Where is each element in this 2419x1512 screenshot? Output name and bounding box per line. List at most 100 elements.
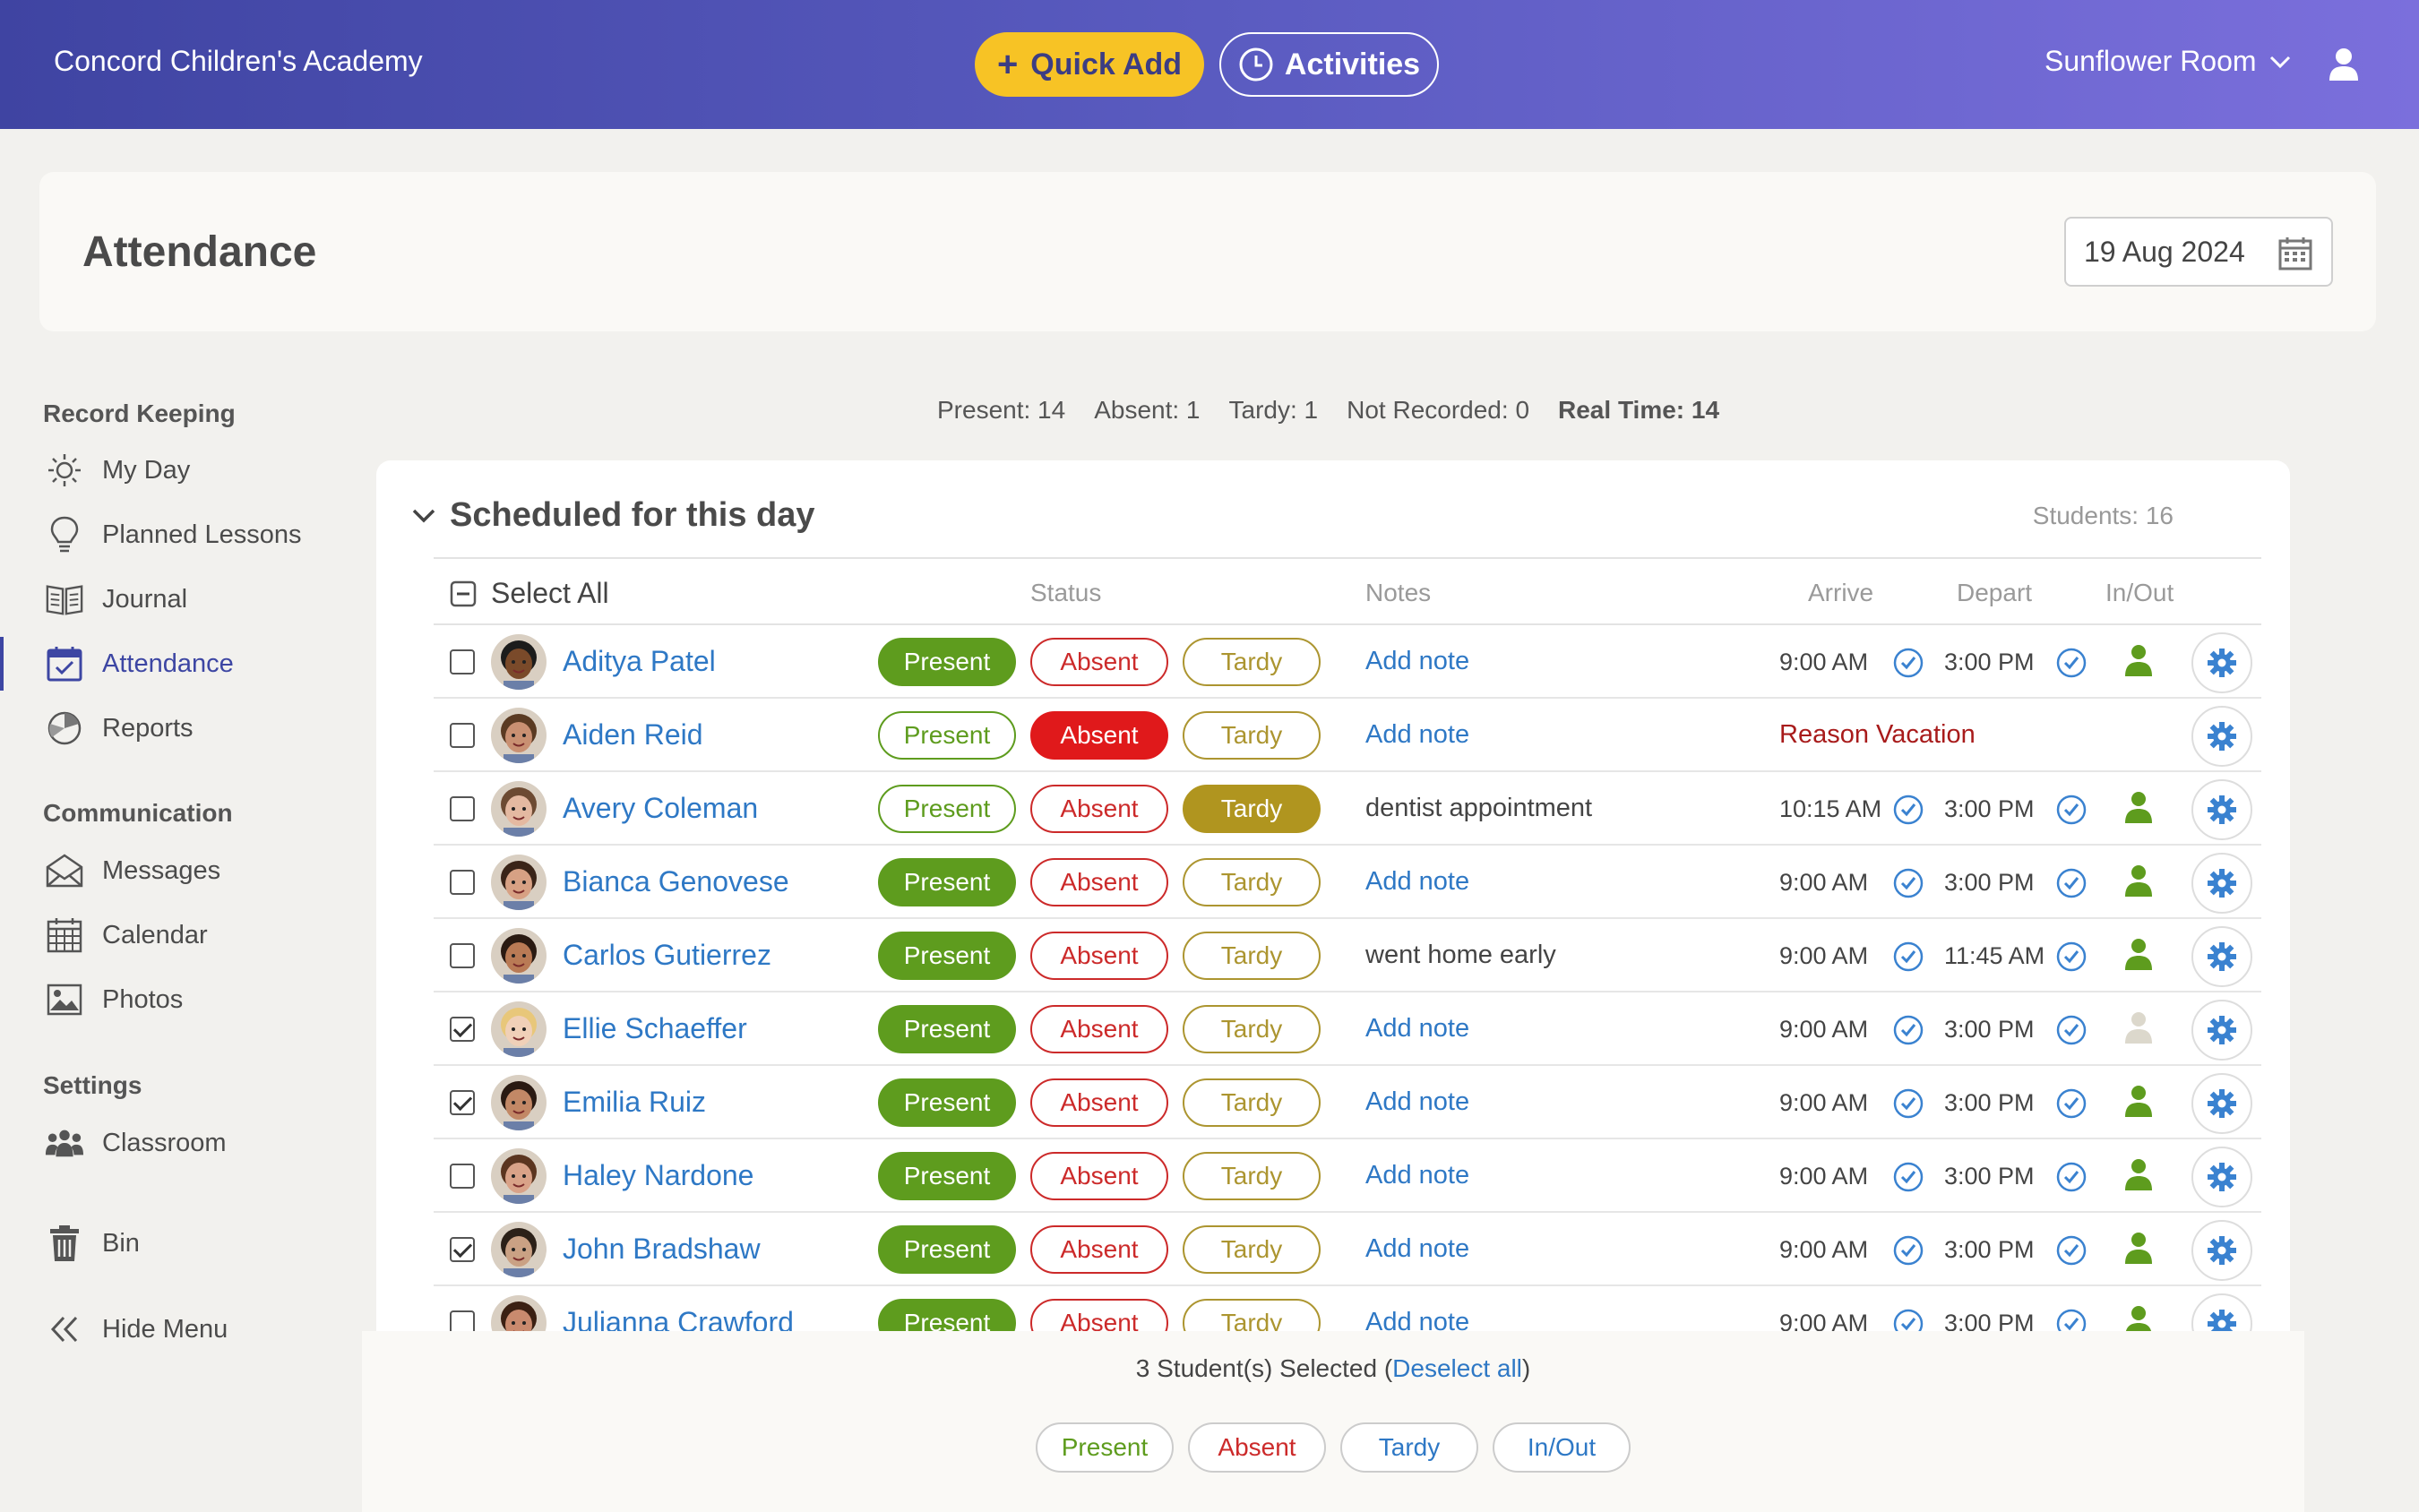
depart-time[interactable]: 3:00 PM — [1944, 1163, 2035, 1190]
depart-time[interactable]: 11:45 AM — [1944, 942, 2045, 970]
depart-time[interactable]: 3:00 PM — [1944, 1016, 2035, 1044]
activities-button[interactable]: Activities — [1219, 32, 1439, 97]
add-note-link[interactable]: Add note — [1365, 867, 1469, 897]
depart-check-icon[interactable] — [2055, 794, 2088, 826]
present-button[interactable]: Present — [878, 858, 1016, 906]
absent-button[interactable]: Absent — [1030, 1005, 1168, 1053]
present-button[interactable]: Present — [878, 1225, 1016, 1274]
present-button[interactable]: Present — [878, 1078, 1016, 1127]
depart-check-icon[interactable] — [2055, 867, 2088, 899]
row-settings-button[interactable] — [2191, 1220, 2252, 1281]
deselect-all-link[interactable]: Deselect all — [1392, 1354, 1522, 1382]
student-name-link[interactable]: John Bradshaw — [563, 1233, 761, 1266]
person-icon[interactable] — [2123, 1010, 2154, 1044]
sidebar-item-planned-lessons[interactable]: Planned Lessons — [0, 508, 349, 562]
row-settings-button[interactable] — [2191, 632, 2252, 693]
tardy-button[interactable]: Tardy — [1183, 932, 1321, 980]
arrive-check-icon[interactable] — [1892, 794, 1924, 826]
person-icon[interactable] — [2123, 1084, 2154, 1118]
row-settings-button[interactable] — [2191, 1073, 2252, 1134]
depart-check-icon[interactable] — [2055, 647, 2088, 679]
quick-add-button[interactable]: + Quick Add — [975, 32, 1204, 97]
row-checkbox[interactable] — [450, 649, 475, 674]
student-name-link[interactable]: Aiden Reid — [563, 718, 703, 752]
absent-button[interactable]: Absent — [1030, 858, 1168, 906]
sidebar-item-reports[interactable]: Reports — [0, 701, 349, 755]
arrive-time[interactable]: 9:00 AM — [1779, 869, 1868, 897]
depart-check-icon[interactable] — [2055, 1014, 2088, 1046]
arrive-check-icon[interactable] — [1892, 867, 1924, 899]
select-all-checkbox[interactable] — [450, 580, 477, 607]
depart-time[interactable]: 3:00 PM — [1944, 1236, 2035, 1264]
add-note-link[interactable]: Add note — [1365, 1014, 1469, 1044]
depart-check-icon[interactable] — [2055, 1234, 2088, 1267]
row-checkbox[interactable] — [450, 870, 475, 895]
sidebar-item-messages[interactable]: Messages — [0, 844, 349, 898]
arrive-time[interactable]: 9:00 AM — [1779, 942, 1868, 970]
row-settings-button[interactable] — [2191, 779, 2252, 840]
present-button[interactable]: Present — [878, 785, 1016, 833]
row-checkbox[interactable] — [450, 1017, 475, 1042]
person-icon[interactable] — [2123, 790, 2154, 824]
arrive-check-icon[interactable] — [1892, 1234, 1924, 1267]
person-icon[interactable] — [2123, 863, 2154, 898]
user-account-icon[interactable] — [2328, 47, 2360, 82]
add-note-link[interactable]: Add note — [1365, 1234, 1469, 1264]
depart-time[interactable]: 3:00 PM — [1944, 649, 2035, 676]
depart-time[interactable]: 3:00 PM — [1944, 1089, 2035, 1117]
room-selector[interactable]: Sunflower Room — [2045, 45, 2291, 78]
select-all-label[interactable]: Select All — [491, 577, 609, 610]
tardy-button[interactable]: Tardy — [1183, 1152, 1321, 1200]
row-checkbox[interactable] — [450, 1164, 475, 1189]
tardy-button[interactable]: Tardy — [1183, 858, 1321, 906]
tardy-button[interactable]: Tardy — [1183, 711, 1321, 760]
bulk-present-button[interactable]: Present — [1036, 1422, 1174, 1473]
bulk-inout-button[interactable]: In/Out — [1493, 1422, 1631, 1473]
arrive-check-icon[interactable] — [1892, 941, 1924, 973]
note-text[interactable]: went home early — [1365, 941, 1556, 970]
sidebar-item-classroom[interactable]: Classroom — [0, 1116, 349, 1170]
row-settings-button[interactable] — [2191, 1000, 2252, 1061]
arrive-check-icon[interactable] — [1892, 1161, 1924, 1193]
person-icon[interactable] — [2123, 1231, 2154, 1265]
tardy-button[interactable]: Tardy — [1183, 638, 1321, 686]
present-button[interactable]: Present — [878, 711, 1016, 760]
arrive-time[interactable]: 9:00 AM — [1779, 1089, 1868, 1117]
hide-menu-button[interactable]: Hide Menu — [0, 1302, 349, 1356]
row-settings-button[interactable] — [2191, 926, 2252, 987]
student-name-link[interactable]: Ellie Schaeffer — [563, 1012, 747, 1045]
depart-time[interactable]: 3:00 PM — [1944, 795, 2035, 823]
student-name-link[interactable]: Aditya Patel — [563, 645, 716, 678]
tardy-button[interactable]: Tardy — [1183, 1078, 1321, 1127]
absent-button[interactable]: Absent — [1030, 1152, 1168, 1200]
section-toggle[interactable]: Scheduled for this day — [412, 496, 815, 535]
present-button[interactable]: Present — [878, 1005, 1016, 1053]
arrive-time[interactable]: 9:00 AM — [1779, 1236, 1868, 1264]
arrive-check-icon[interactable] — [1892, 1014, 1924, 1046]
bulk-tardy-button[interactable]: Tardy — [1340, 1422, 1478, 1473]
arrive-time[interactable]: 10:15 AM — [1779, 795, 1881, 823]
arrive-check-icon[interactable] — [1892, 1087, 1924, 1120]
arrive-time[interactable]: 9:00 AM — [1779, 649, 1868, 676]
person-icon[interactable] — [2123, 937, 2154, 971]
row-settings-button[interactable] — [2191, 853, 2252, 914]
bulk-absent-button[interactable]: Absent — [1188, 1422, 1326, 1473]
tardy-button[interactable]: Tardy — [1183, 1005, 1321, 1053]
student-name-link[interactable]: Avery Coleman — [563, 792, 758, 825]
row-checkbox[interactable] — [450, 1237, 475, 1262]
date-picker[interactable]: 19 Aug 2024 — [2064, 217, 2333, 287]
app-title[interactable]: Concord Children's Academy — [54, 45, 423, 78]
tardy-button[interactable]: Tardy — [1183, 1225, 1321, 1274]
add-note-link[interactable]: Add note — [1365, 1161, 1469, 1190]
absent-button[interactable]: Absent — [1030, 1225, 1168, 1274]
depart-time[interactable]: 3:00 PM — [1944, 869, 2035, 897]
student-name-link[interactable]: Carlos Gutierrez — [563, 939, 771, 972]
sidebar-item-my-day[interactable]: My Day — [0, 443, 349, 497]
present-button[interactable]: Present — [878, 932, 1016, 980]
present-button[interactable]: Present — [878, 1152, 1016, 1200]
arrive-time[interactable]: 9:00 AM — [1779, 1016, 1868, 1044]
person-icon[interactable] — [2123, 1157, 2154, 1191]
row-checkbox[interactable] — [450, 943, 475, 968]
present-button[interactable]: Present — [878, 638, 1016, 686]
depart-check-icon[interactable] — [2055, 1087, 2088, 1120]
